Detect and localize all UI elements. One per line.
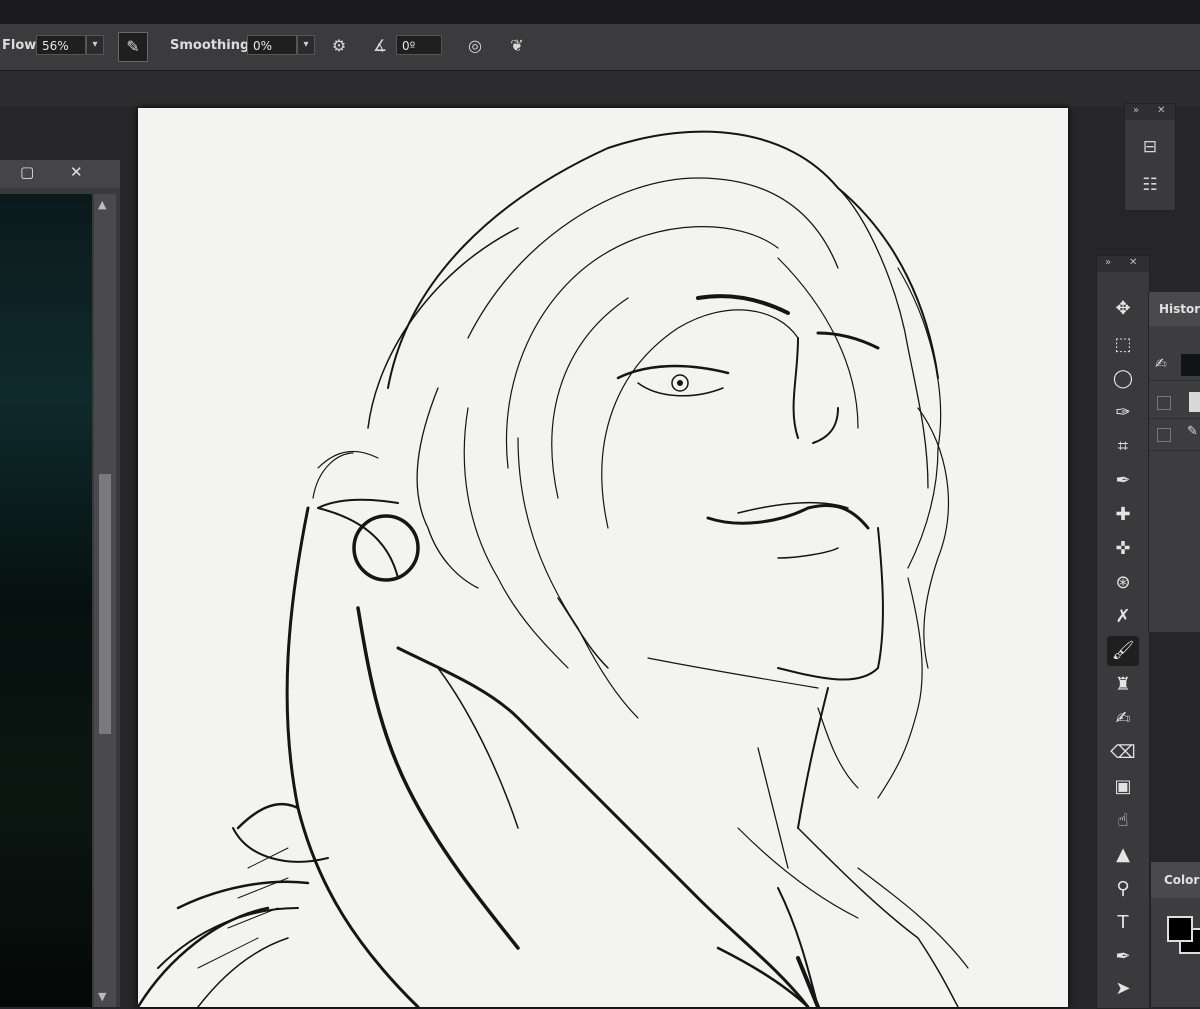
angle-input[interactable]: 0º: [396, 35, 442, 55]
maximize-icon[interactable]: ▢: [20, 163, 34, 181]
color-tab[interactable]: Color: [1151, 862, 1200, 898]
document-tab-area: [0, 71, 1200, 107]
pressure-icon[interactable]: ◎: [463, 34, 487, 58]
panel-header: » ✕: [1097, 256, 1149, 272]
history-brush-tool-icon[interactable]: ✍: [1107, 704, 1139, 734]
options-bar: Flow: 56% ▾ ✎ Smoothing: 0% ▾ ⚙ ∡ 0º ◎ ❦: [0, 24, 1200, 71]
history-state-row[interactable]: [1149, 388, 1200, 419]
flow-input[interactable]: 56%: [36, 35, 86, 55]
color-panel: Color: [1150, 862, 1200, 1007]
patch-tool-icon[interactable]: ⊛: [1107, 568, 1139, 598]
gear-icon[interactable]: ⚙: [327, 34, 351, 58]
eraser-tool-icon[interactable]: ⌫: [1107, 738, 1139, 768]
smoothing-input[interactable]: 0%: [247, 35, 297, 55]
window-titlebar: ▢ ✕: [0, 160, 120, 188]
brush-tool-icon[interactable]: 🖌: [1107, 636, 1139, 666]
close-icon[interactable]: ✕: [1129, 257, 1137, 268]
scroll-down-icon[interactable]: ▼: [98, 990, 106, 1003]
sharpen-tool-icon[interactable]: ▲: [1107, 840, 1139, 870]
close-icon[interactable]: ✕: [1157, 105, 1165, 116]
smoothing-label: Smoothing:: [170, 38, 255, 53]
title-strip: [0, 0, 1200, 24]
eyedropper-tool-icon[interactable]: ✒: [1107, 466, 1139, 496]
type-tool-icon[interactable]: T: [1107, 908, 1139, 938]
pen-tool-icon[interactable]: ✒: [1107, 942, 1139, 972]
content-aware-move-icon[interactable]: ✗: [1107, 602, 1139, 632]
vertical-scrollbar[interactable]: ▲ ▼: [94, 194, 116, 1007]
smudge-tool-icon[interactable]: ☝: [1107, 806, 1139, 836]
scrollbar-thumb[interactable]: [99, 474, 111, 734]
history-checkbox[interactable]: [1157, 396, 1171, 410]
history-title: History: [1159, 302, 1200, 316]
foreground-color-swatch[interactable]: [1167, 916, 1193, 942]
history-checkbox[interactable]: [1157, 428, 1171, 442]
history-tab[interactable]: History: [1149, 292, 1200, 326]
crop-tool-icon[interactable]: ⌗: [1107, 432, 1139, 462]
marquee-tool-icon[interactable]: ⬚: [1107, 330, 1139, 360]
spot-healing-tool-icon[interactable]: ✚: [1107, 500, 1139, 530]
properties-icon[interactable]: ⊟: [1137, 134, 1163, 160]
color-title: Color: [1164, 873, 1200, 887]
drawing-canvas[interactable]: [138, 108, 1068, 1007]
lasso-tool-icon[interactable]: ◯: [1107, 364, 1139, 394]
history-snapshot-row[interactable]: ✍: [1149, 350, 1200, 381]
scroll-up-icon[interactable]: ▲: [98, 198, 106, 211]
collapse-icon[interactable]: »: [1105, 257, 1111, 268]
snapshot-thumbnail: [1181, 354, 1200, 376]
dodge-tool-icon[interactable]: ⚲: [1107, 874, 1139, 904]
airbrush-icon[interactable]: ✎: [118, 32, 148, 62]
history-brush-icon: ✍: [1155, 356, 1167, 372]
brush-settings-icon[interactable]: ☷: [1137, 172, 1163, 198]
gradient-tool-icon[interactable]: ▣: [1107, 772, 1139, 802]
move-tool-icon[interactable]: ✥: [1107, 294, 1139, 324]
secondary-document-window: ▢ ✕ ▲ ▼: [0, 160, 120, 1007]
healing-brush-tool-icon[interactable]: ✜: [1107, 534, 1139, 564]
reference-image: [0, 194, 92, 1007]
state-document-icon: [1189, 392, 1200, 412]
tools-panel: » ✕ ✥ ⬚ ◯ ✑ ⌗ ✒ ✚ ✜ ⊛ ✗ 🖌 ♜ ✍ ⌫ ▣ ☝ ▲ ⚲ …: [1096, 255, 1150, 1009]
path-selection-tool-icon[interactable]: ➤: [1107, 974, 1139, 1004]
collapse-icon[interactable]: »: [1133, 105, 1139, 116]
panel-header: » ✕: [1125, 104, 1175, 120]
angle-icon: ∡: [372, 36, 388, 55]
close-icon[interactable]: ✕: [70, 163, 83, 181]
brush-state-icon: ✎: [1187, 424, 1198, 439]
flow-dropdown[interactable]: ▾: [86, 35, 104, 55]
properties-mini-panel: » ✕ ⊟ ☷: [1124, 103, 1176, 211]
smoothing-dropdown[interactable]: ▾: [297, 35, 315, 55]
history-panel: History ✍ ✎: [1148, 292, 1200, 632]
clone-stamp-tool-icon[interactable]: ♜: [1107, 670, 1139, 700]
line-art-sketch: [138, 130, 969, 1007]
history-state-row[interactable]: ✎: [1149, 420, 1200, 451]
butterfly-icon[interactable]: ❦: [505, 34, 529, 58]
quick-selection-tool-icon[interactable]: ✑: [1107, 398, 1139, 428]
